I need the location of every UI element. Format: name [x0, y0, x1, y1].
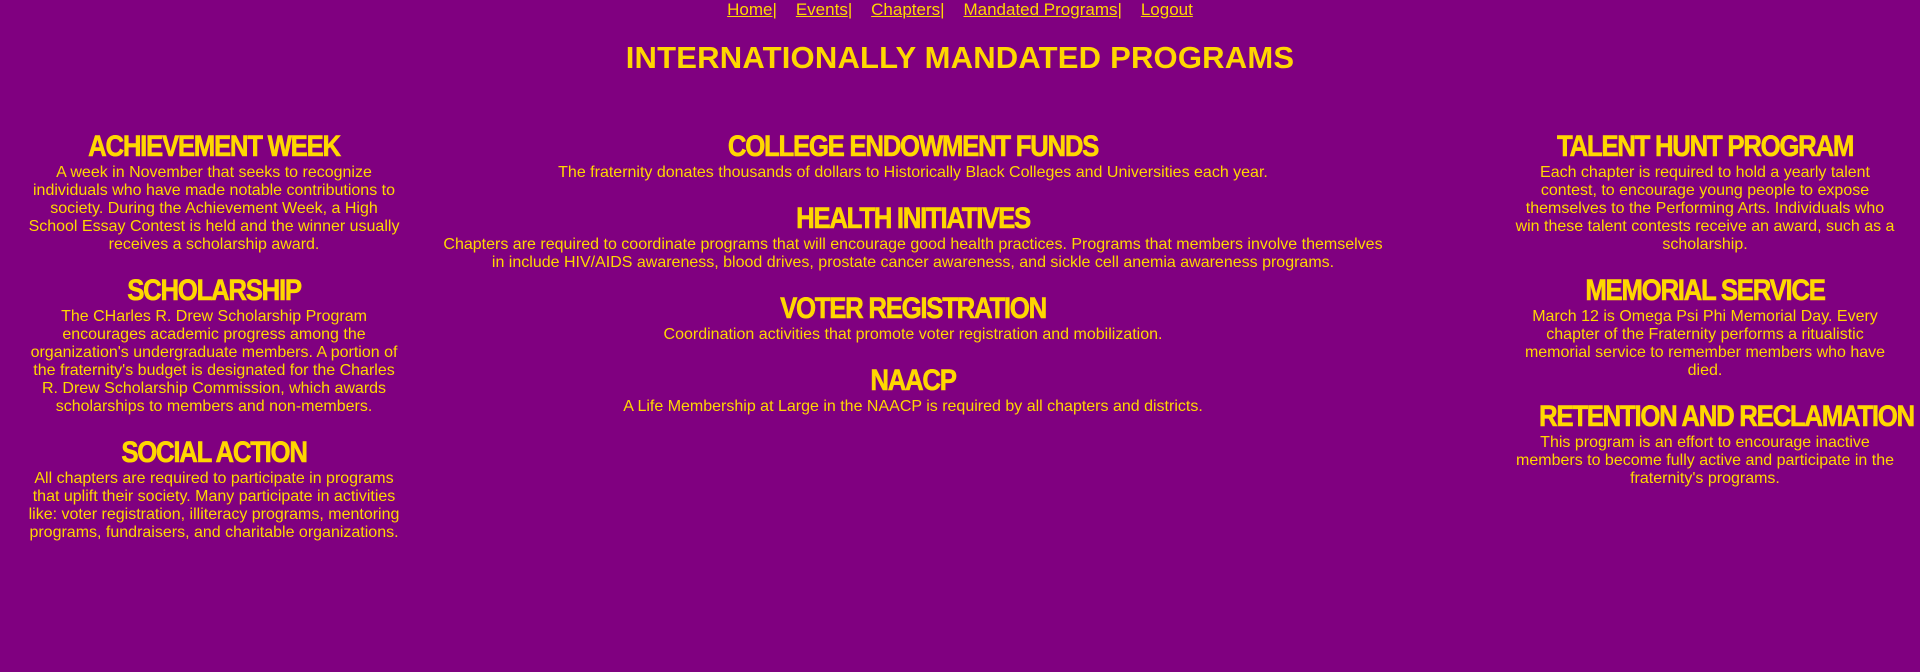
- top-nav: Home| Events| Chapters| Mandated Program…: [0, 0, 1920, 20]
- program-achievement-week: ACHIEVEMENT WEEK A week in November that…: [24, 130, 404, 254]
- program-title: SCHOLARSHIP: [127, 274, 302, 308]
- program-retention-and-reclamation: RETENTION AND RECLAMATION This program i…: [1512, 400, 1916, 488]
- program-description: All chapters are required to participate…: [28, 470, 400, 541]
- program-health-initiatives: HEALTH INITIATIVES Chapters are required…: [438, 202, 1388, 272]
- nav-link-events[interactable]: Events: [796, 0, 848, 19]
- nav-link-chapters[interactable]: Chapters: [871, 0, 940, 19]
- program-title: COLLEGE ENDOWMENT FUNDS: [727, 130, 1100, 164]
- right-column: TALENT HUNT PROGRAM Each chapter is requ…: [1512, 130, 1916, 508]
- program-title: TALENT HUNT PROGRAM: [1556, 130, 1855, 164]
- nav-link-home[interactable]: Home: [727, 0, 772, 19]
- nav-separator: |: [1117, 0, 1122, 19]
- middle-column: COLLEGE ENDOWMENT FUNDS The fraternity d…: [438, 130, 1388, 436]
- page-title: INTERNATIONALLY MANDATED PROGRAMS: [625, 40, 1295, 75]
- program-description: The fraternity donates thousands of doll…: [558, 164, 1268, 181]
- program-title: ACHIEVEMENT WEEK: [88, 130, 342, 164]
- program-description: This program is an effort to encourage i…: [1516, 434, 1894, 487]
- program-description: Each chapter is required to hold a yearl…: [1515, 164, 1895, 253]
- program-title: SOCIAL ACTION: [121, 436, 308, 470]
- program-description: Coordination activities that promote vot…: [663, 326, 1163, 343]
- program-description: A Life Membership at Large in the NAACP …: [623, 398, 1203, 415]
- program-description: The CHarles R. Drew Scholarship Program …: [30, 308, 398, 415]
- program-title: VOTER REGISTRATION: [780, 292, 1048, 326]
- program-voter-registration: VOTER REGISTRATION Coordination activiti…: [438, 292, 1388, 344]
- nav-separator: |: [847, 0, 853, 19]
- nav-separator: |: [772, 0, 777, 19]
- program-naacp: NAACP A Life Membership at Large in the …: [438, 364, 1388, 416]
- program-talent-hunt: TALENT HUNT PROGRAM Each chapter is requ…: [1512, 130, 1898, 254]
- program-description: A week in November that seeks to recogni…: [28, 164, 400, 253]
- program-description: Chapters are required to coordinate prog…: [443, 236, 1383, 271]
- program-title: NAACP: [870, 364, 957, 398]
- program-college-endowment-funds: COLLEGE ENDOWMENT FUNDS The fraternity d…: [438, 130, 1388, 182]
- left-column: ACHIEVEMENT WEEK A week in November that…: [24, 130, 404, 562]
- program-title: MEMORIAL SERVICE: [1585, 274, 1826, 308]
- program-title: RETENTION AND RECLAMATION: [1539, 400, 1916, 434]
- program-social-action: SOCIAL ACTION All chapters are required …: [24, 436, 404, 542]
- program-scholarship: SCHOLARSHIP The CHarles R. Drew Scholars…: [24, 274, 404, 416]
- program-memorial-service: MEMORIAL SERVICE March 12 is Omega Psi P…: [1512, 274, 1898, 380]
- nav-link-logout[interactable]: Logout: [1141, 0, 1193, 19]
- program-title: HEALTH INITIATIVES: [796, 202, 1032, 236]
- program-description: March 12 is Omega Psi Phi Memorial Day. …: [1524, 308, 1886, 379]
- nav-link-mandated-programs[interactable]: Mandated Programs: [963, 0, 1117, 19]
- nav-separator: |: [940, 0, 945, 19]
